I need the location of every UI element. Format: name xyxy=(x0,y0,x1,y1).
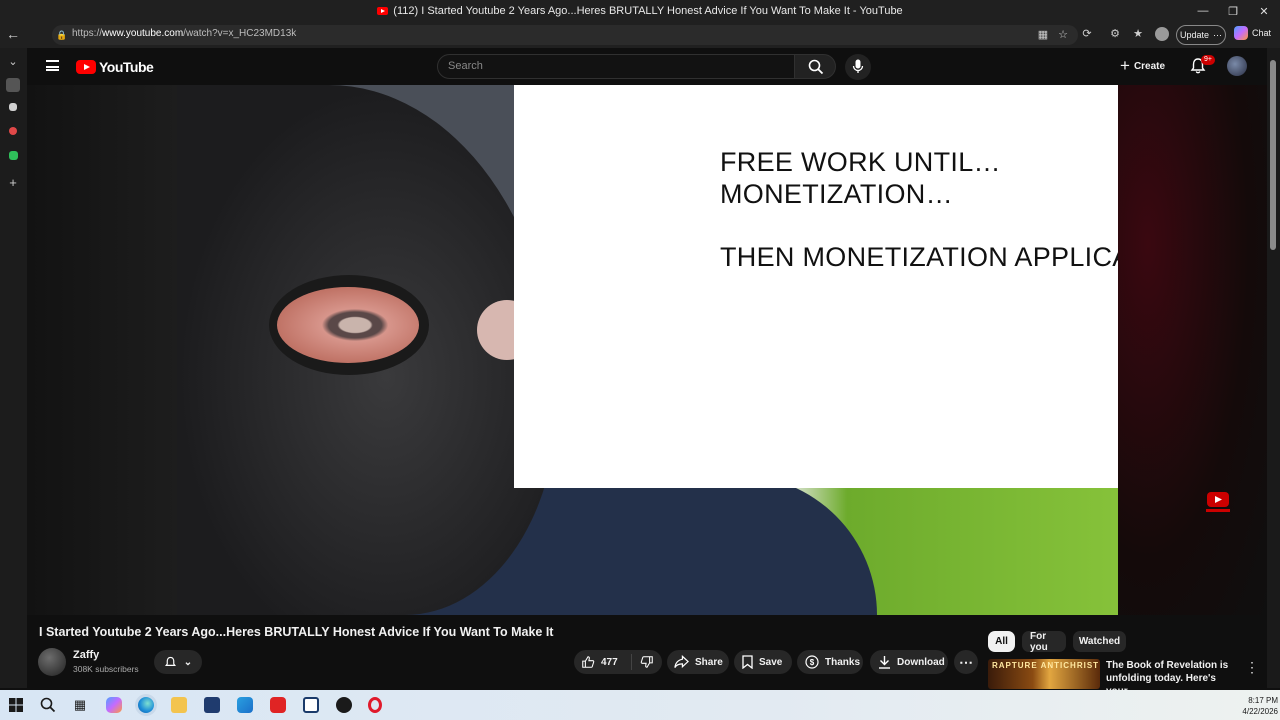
browser-title-bar: (112) I Started Youtube 2 Years Ago...He… xyxy=(0,0,1280,22)
thanks-button[interactable]: $ Thanks xyxy=(797,650,863,674)
video-player[interactable]: FREE WORK UNTIL… MONETIZATION… THEN MONE… xyxy=(27,85,1267,615)
account-avatar[interactable] xyxy=(1227,56,1247,76)
profile-icon[interactable] xyxy=(1155,27,1169,41)
edge-browser-icon[interactable] xyxy=(138,697,154,713)
update-button[interactable]: Update ⋯ xyxy=(1176,25,1226,45)
system-clock[interactable]: 8:17 PM 4/22/2026 xyxy=(1230,695,1278,717)
search-icon xyxy=(808,59,824,75)
favorite-star-icon[interactable]: ☆ xyxy=(1056,28,1070,42)
more-actions-button[interactable]: ⋯ xyxy=(954,650,978,674)
new-tab-plus-icon[interactable]: + xyxy=(6,176,20,190)
app-available-icon[interactable]: ▦ xyxy=(1036,28,1050,42)
app-icon[interactable] xyxy=(336,697,352,713)
more-horizontal-icon: ⋯ xyxy=(959,653,973,670)
voice-search-button[interactable] xyxy=(845,54,871,80)
slide-text-line: MONETIZATION… xyxy=(720,179,953,209)
notification-count-badge: 9+ xyxy=(1201,55,1215,65)
app-icon[interactable] xyxy=(303,697,319,713)
minimize-icon[interactable]: — xyxy=(1188,0,1218,22)
tab-icon[interactable] xyxy=(9,151,18,160)
copilot-chat-button[interactable]: Chat xyxy=(1234,26,1271,40)
address-bar[interactable]: 🔒 https://www.youtube.com/watch?v=x_HC23… xyxy=(52,25,1078,45)
extensions-icon[interactable]: ⚙ xyxy=(1108,27,1122,41)
collapse-chevron-icon[interactable]: ⌄ xyxy=(6,55,20,69)
ambient-glow-left xyxy=(27,85,177,615)
youtube-logo[interactable]: YouTube xyxy=(76,59,154,75)
channel-name[interactable]: Zaffy xyxy=(73,649,99,661)
bookmark-icon xyxy=(742,655,753,669)
subscriber-count: 308K subscribers xyxy=(73,664,139,674)
close-icon[interactable]: ✕ xyxy=(1249,0,1279,22)
save-button[interactable]: Save xyxy=(734,650,792,674)
thumbs-down-icon xyxy=(640,656,653,668)
restore-icon[interactable]: ❐ xyxy=(1218,0,1248,22)
bell-icon xyxy=(164,656,176,666)
file-explorer-icon[interactable] xyxy=(171,697,187,713)
subscribe-watermark-icon[interactable] xyxy=(1205,490,1231,516)
youtube-app-icon[interactable] xyxy=(270,697,286,713)
copilot-taskbar-icon[interactable] xyxy=(106,697,122,713)
slide-text-line: FREE WORK UNTIL… xyxy=(720,147,1001,177)
microsoft-store-icon[interactable] xyxy=(204,697,220,713)
windows-start-icon[interactable] xyxy=(8,697,24,713)
like-dislike-group: 477 xyxy=(574,650,662,674)
tab-title: (112) I Started Youtube 2 Years Ago...He… xyxy=(393,5,903,17)
video-person-balaclava xyxy=(177,85,557,615)
share-icon xyxy=(674,655,689,669)
download-icon xyxy=(879,656,890,669)
video-eye-hole xyxy=(269,275,429,375)
plus-icon: + xyxy=(1120,56,1130,75)
copilot-icon xyxy=(1234,26,1248,40)
video-slide-overlay: FREE WORK UNTIL… MONETIZATION… THEN MONE… xyxy=(514,85,1118,488)
channel-avatar[interactable] xyxy=(38,648,66,676)
search-input[interactable] xyxy=(448,60,768,72)
site-info-icon[interactable]: 🔒 xyxy=(55,28,69,42)
browser-sidebar: ⌄ + xyxy=(0,48,27,688)
youtube-header: YouTube + Create 9+ xyxy=(27,48,1267,85)
filter-chip-all[interactable]: All xyxy=(988,631,1015,652)
taskbar xyxy=(0,690,1280,720)
audio-tab-icon[interactable] xyxy=(6,78,20,92)
video-title: I Started Youtube 2 Years Ago...Heres BR… xyxy=(39,625,554,639)
tab-icon[interactable] xyxy=(9,103,17,111)
favorites-icon[interactable]: ★ xyxy=(1131,27,1145,41)
slide-text-line: THEN MONETIZATION APPLICATION xyxy=(720,242,1118,272)
share-button[interactable]: Share xyxy=(667,650,729,674)
chevron-down-icon: ⌄ xyxy=(183,656,193,668)
ambient-glow-right xyxy=(1118,85,1267,615)
back-arrow-icon[interactable]: ← xyxy=(6,27,20,41)
super-thanks-icon: $ xyxy=(805,655,819,669)
download-button[interactable]: Download xyxy=(870,650,948,674)
filter-chip-watched[interactable]: Watched xyxy=(1073,631,1126,652)
create-button[interactable]: + Create xyxy=(1120,56,1165,76)
app-icon[interactable] xyxy=(237,697,253,713)
opera-browser-icon[interactable] xyxy=(368,697,382,713)
scrollbar-thumb[interactable] xyxy=(1270,60,1276,250)
youtube-favicon-icon xyxy=(377,7,389,15)
microphone-icon xyxy=(852,59,864,73)
tab-icon[interactable] xyxy=(9,127,17,135)
menu-icon[interactable] xyxy=(46,60,59,71)
address-bar-row: ← 🔒 https://www.youtube.com/watch?v=x_HC… xyxy=(0,22,1280,48)
search-box[interactable] xyxy=(437,54,795,79)
more-vertical-icon[interactable]: ⋮ xyxy=(1245,660,1259,676)
recommended-thumbnail[interactable]: RAPTURE ANTICHRIST xyxy=(988,659,1100,689)
url-text[interactable]: https://www.youtube.com/watch?v=x_HC23MD… xyxy=(72,28,296,39)
svg-text:$: $ xyxy=(810,658,815,667)
like-count: 477 xyxy=(601,656,618,668)
refresh-icon[interactable]: ⟳ xyxy=(1080,27,1094,41)
thumbs-up-icon xyxy=(582,656,595,668)
page-scrollbar[interactable] xyxy=(1267,48,1280,688)
task-view-icon[interactable]: ▦ xyxy=(72,697,88,713)
subscription-notification-button[interactable]: ⌄ xyxy=(154,650,202,674)
video-frame[interactable]: FREE WORK UNTIL… MONETIZATION… THEN MONE… xyxy=(177,85,1118,615)
taskbar-search-icon[interactable] xyxy=(40,697,56,713)
like-button[interactable]: 477 xyxy=(574,654,632,670)
filter-chip-for-you[interactable]: For you xyxy=(1022,631,1066,653)
dislike-button[interactable] xyxy=(632,655,662,669)
youtube-play-icon xyxy=(76,60,96,74)
search-button[interactable] xyxy=(794,54,836,79)
